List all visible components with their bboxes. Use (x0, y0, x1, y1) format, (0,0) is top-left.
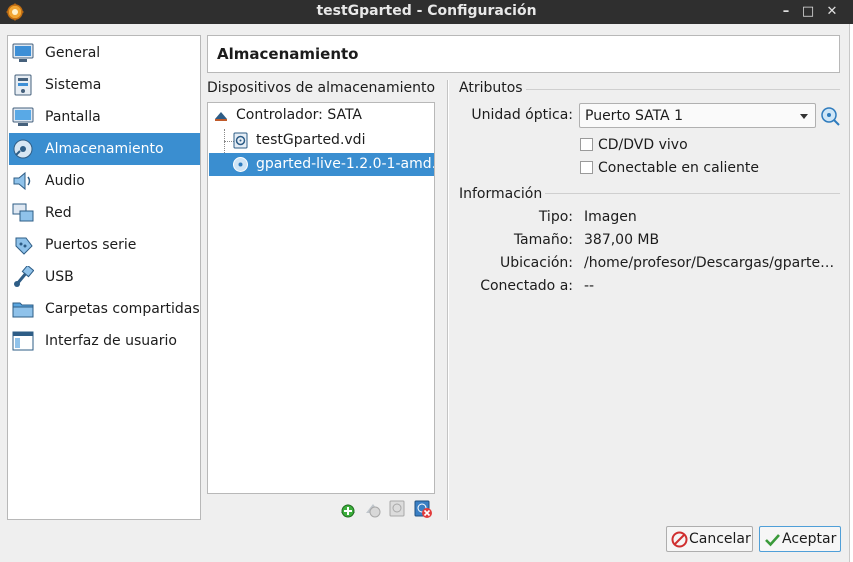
sidebar-item-user-interface[interactable]: Interfaz de usuario (9, 325, 200, 357)
sidebar-item-label: USB (45, 269, 74, 285)
sidebar-item-label: Interfaz de usuario (45, 333, 177, 349)
live-cd-label[interactable]: CD/DVD vivo (598, 137, 688, 153)
sidebar-item-usb[interactable]: USB (9, 261, 200, 293)
sidebar-item-display[interactable]: Pantalla (9, 101, 200, 133)
minimize-button[interactable]: – (777, 2, 795, 22)
sidebar-item-label: General (45, 45, 101, 61)
cancel-icon (671, 531, 688, 548)
sidebar-item-system[interactable]: Sistema (9, 69, 200, 101)
usb-icon (14, 266, 34, 287)
optical-drive-label: Unidad óptica: (471, 107, 573, 123)
chevron-down-icon (800, 114, 808, 119)
checkmark-icon (765, 534, 780, 547)
hot-pluggable-label[interactable]: Conectable en caliente (598, 160, 759, 176)
sidebar-item-label: Red (45, 205, 72, 221)
page-title: Almacenamiento (217, 45, 359, 63)
accept-button[interactable]: Aceptar (759, 526, 841, 552)
add-controller-icon[interactable] (338, 499, 358, 519)
audio-icon (13, 171, 31, 191)
sidebar-item-shared-folders[interactable]: Carpetas compartidas (9, 293, 200, 325)
optical-disc-icon (233, 157, 248, 172)
tree-item-optical-disc[interactable]: gparted-live-1.2.0-1-amd… (209, 153, 434, 176)
sidebar-item-label: Carpetas compartidas (45, 301, 200, 317)
close-button[interactable]: ✕ (823, 2, 841, 22)
serial-ports-icon (15, 237, 33, 255)
storage-devices-title: Dispositivos de almacenamiento (207, 80, 436, 96)
accept-label: Aceptar (782, 531, 837, 547)
tree-item-label: testGparted.vdi (256, 132, 366, 148)
attributes-separator (526, 89, 840, 90)
general-icon (12, 43, 34, 62)
tree-item-hard-disk[interactable]: testGparted.vdi (209, 129, 434, 152)
live-cd-checkbox[interactable] (580, 138, 593, 151)
sidebar-item-storage[interactable]: Almacenamiento (9, 133, 200, 165)
page-header: Almacenamiento (207, 35, 840, 73)
user-interface-icon (12, 331, 34, 351)
remove-attachment-icon[interactable] (413, 499, 433, 519)
add-attachment-icon[interactable] (388, 499, 408, 519)
title-bar: testGparted - Configuración – □ ✕ (0, 0, 853, 24)
tree-item-sata-controller[interactable]: Controlador: SATA (209, 104, 434, 127)
storage-icon (13, 139, 33, 159)
information-title: Información (459, 186, 543, 202)
maximize-button[interactable]: □ (799, 2, 817, 22)
attached-to-value: -- (584, 278, 595, 294)
window-edge (849, 24, 853, 562)
sidebar-item-label: Sistema (45, 77, 102, 93)
location-value: /home/profesor/Descargas/gparted… (584, 255, 842, 271)
network-icon (12, 203, 34, 222)
cancel-button[interactable]: Cancelar (666, 526, 753, 552)
cancel-label: Cancelar (689, 531, 751, 547)
hard-disk-icon (233, 132, 248, 149)
shared-folders-icon (12, 302, 34, 318)
sidebar-item-label: Audio (45, 173, 85, 189)
size-value: 387,00 MB (584, 232, 660, 248)
choose-disk-icon[interactable] (820, 106, 840, 126)
attributes-title: Atributos (459, 80, 523, 96)
display-icon (12, 107, 34, 126)
sidebar-item-label: Puertos serie (45, 237, 137, 253)
sidebar-item-label: Pantalla (45, 109, 101, 125)
type-value: Imagen (584, 209, 637, 225)
hot-pluggable-checkbox[interactable] (580, 161, 593, 174)
sidebar-item-general[interactable]: General (9, 37, 200, 69)
tree-item-label: gparted-live-1.2.0-1-amd… (256, 156, 435, 172)
optical-drive-value: Puerto SATA 1 (585, 108, 683, 124)
tree-item-label: Controlador: SATA (236, 107, 362, 123)
collapse-arrow-icon[interactable] (213, 107, 230, 124)
sidebar-item-serial-ports[interactable]: Puertos serie (9, 229, 200, 261)
attached-to-label: Conectado a: (480, 278, 573, 294)
storage-devices-tree[interactable]: Controlador: SATA testGparted.vdi gparte… (207, 102, 435, 494)
remove-controller-icon[interactable] (363, 499, 383, 519)
panel-divider (447, 80, 449, 520)
sidebar-item-audio[interactable]: Audio (9, 165, 200, 197)
information-separator (545, 193, 840, 194)
sidebar-item-label: Almacenamiento (45, 141, 164, 157)
optical-drive-select[interactable]: Puerto SATA 1 (579, 103, 816, 128)
type-label: Tipo: (538, 209, 573, 225)
location-label: Ubicación: (499, 255, 573, 271)
system-icon (14, 74, 32, 96)
window-title: testGparted - Configuración (316, 3, 537, 19)
size-label: Tamaño: (513, 232, 573, 248)
settings-sidebar: General Sistema Pantalla Almacenamiento (7, 35, 201, 520)
sidebar-item-network[interactable]: Red (9, 197, 200, 229)
